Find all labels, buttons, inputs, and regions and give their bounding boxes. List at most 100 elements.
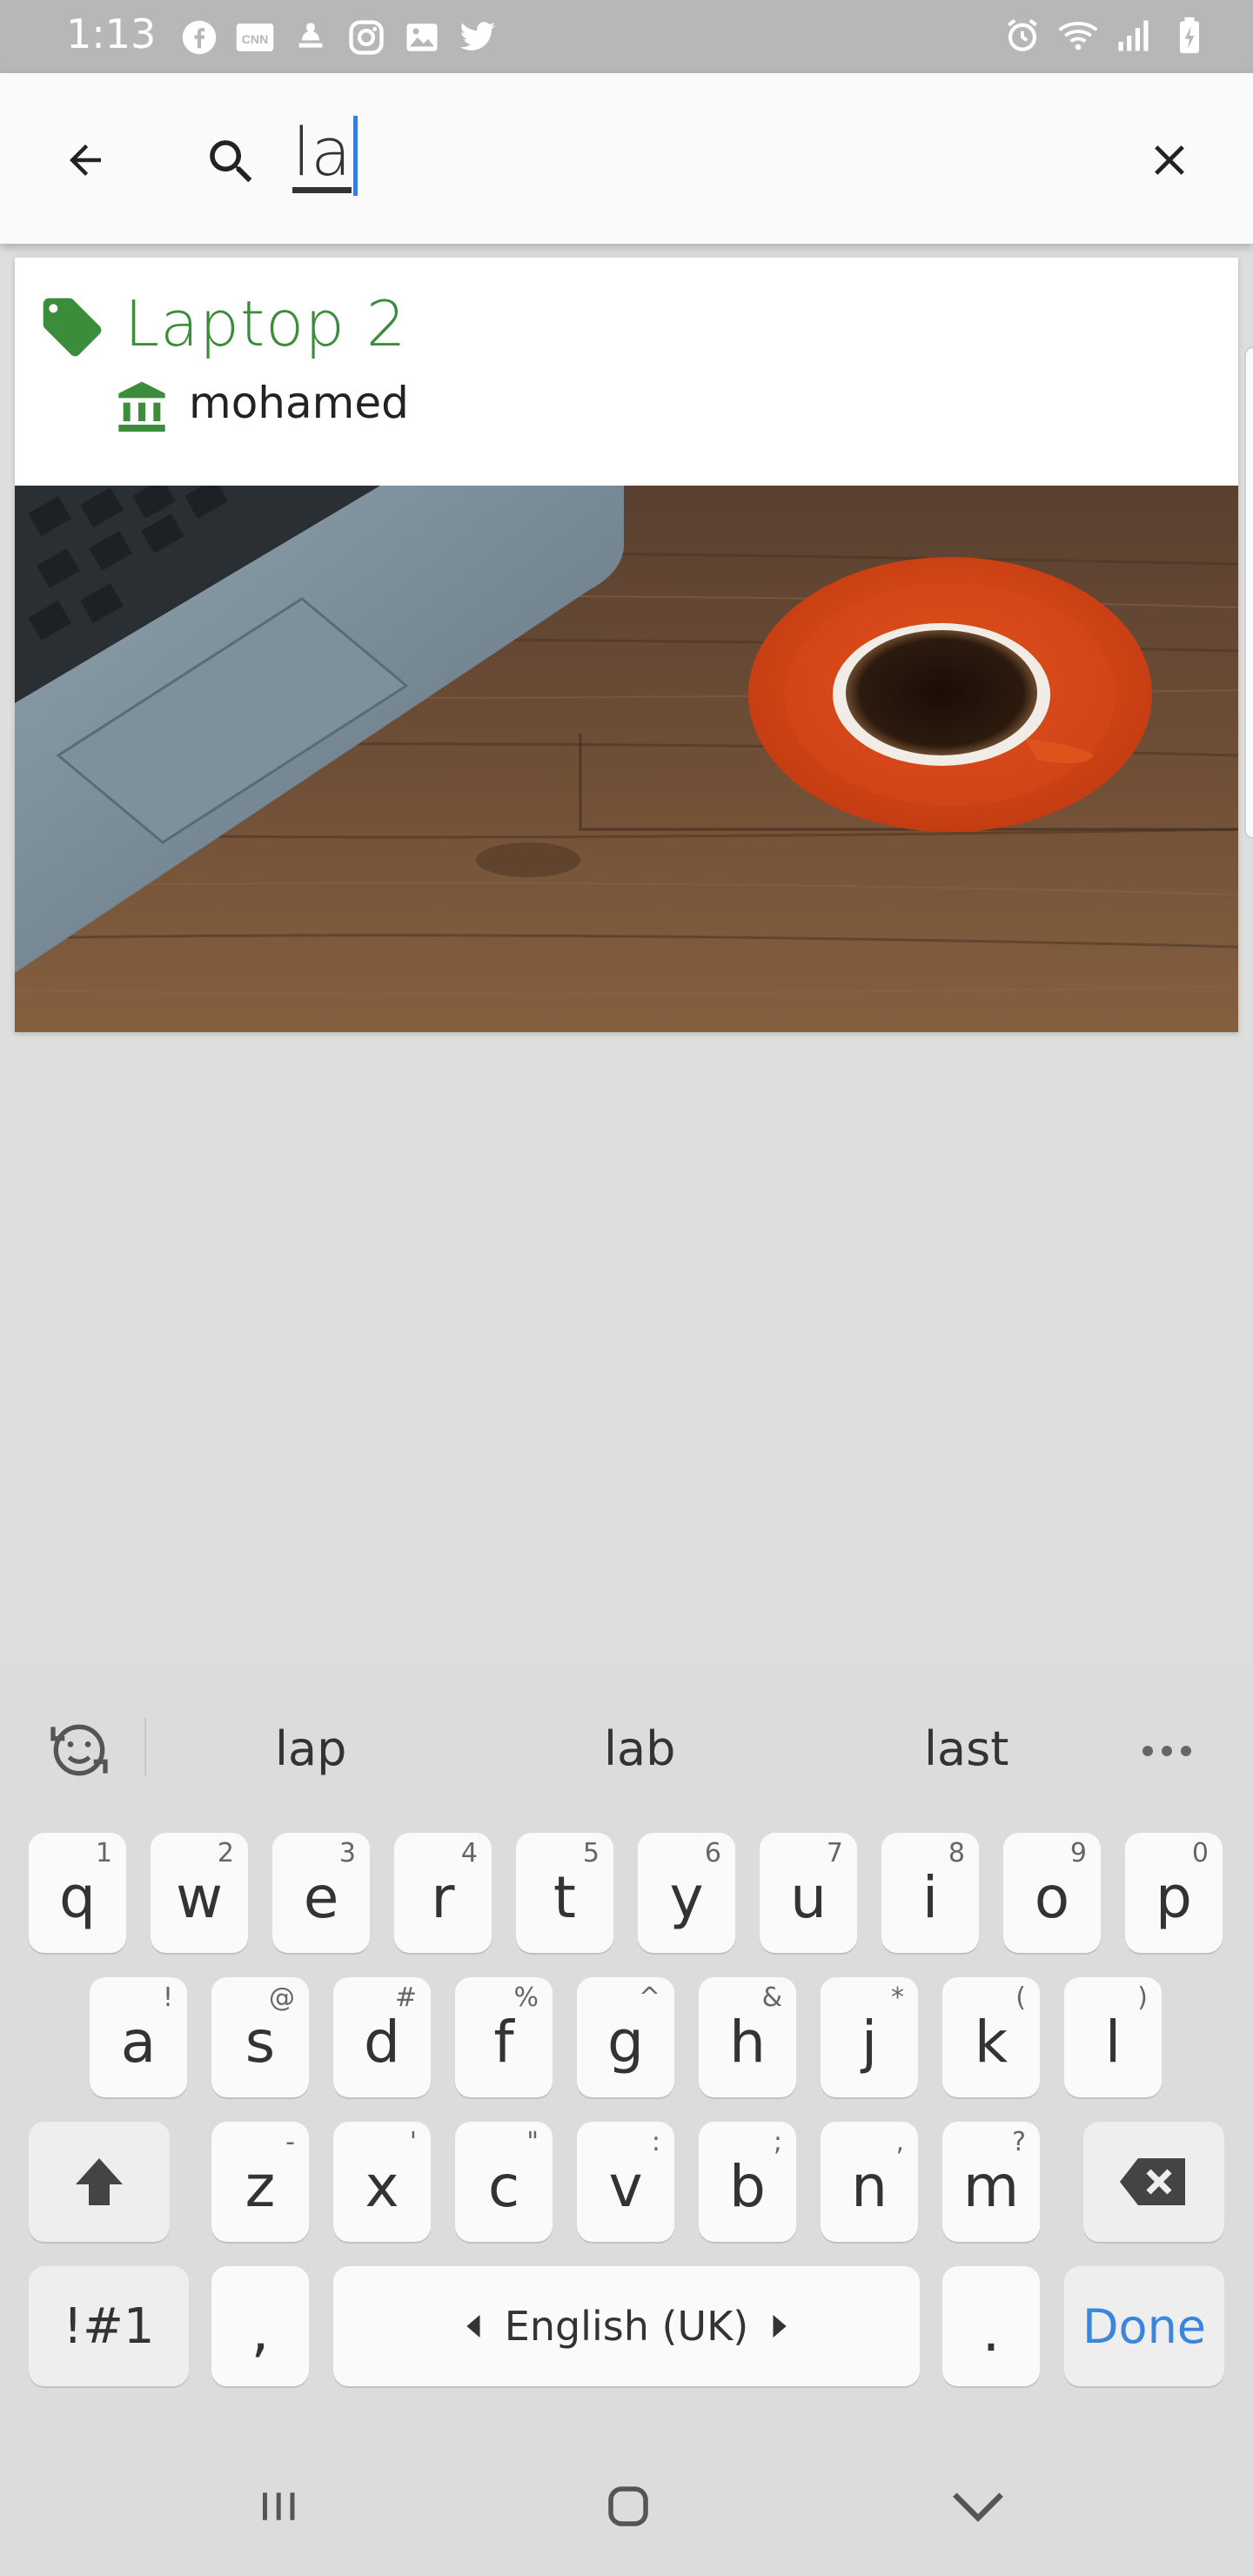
key-label: s (245, 2008, 276, 2076)
arrow-left-small-icon (466, 2315, 480, 2338)
status-time: 1:13 (66, 10, 157, 57)
period-key[interactable]: . (942, 2266, 1040, 2386)
key-label: o (1034, 1863, 1070, 1931)
emoji-refresh-icon (50, 1724, 108, 1776)
key-label: r (431, 1863, 455, 1931)
search-query-text: la (292, 118, 352, 193)
key-label: v (608, 2152, 643, 2220)
key-h[interactable]: h & (699, 1977, 796, 2097)
key-c[interactable]: c " (455, 2122, 553, 2242)
suggestion-bar: lap lab last (0, 1664, 1253, 1776)
arrow-back-icon (70, 144, 101, 176)
key-alt-label: ; (773, 2127, 782, 2157)
key-label: q (59, 1863, 96, 1931)
recent-apps-button[interactable] (235, 2472, 322, 2541)
key-alt-label: 1 (95, 1838, 112, 1868)
key-g[interactable]: g ^ (577, 1977, 674, 2097)
suggestion-3[interactable]: last (924, 1721, 1008, 1776)
alarm-icon (1002, 16, 1042, 56)
key-alt-label: 8 (948, 1838, 965, 1868)
key-alt-label: 2 (217, 1838, 234, 1868)
space-key[interactable]: English (UK) (333, 2266, 920, 2386)
key-alt-label: 9 (1069, 1838, 1087, 1868)
search-input[interactable]: la (292, 108, 1075, 204)
item-photo (15, 486, 1238, 1032)
search-icon (197, 127, 266, 197)
symbols-key-label: !#1 (63, 2298, 155, 2355)
key-v[interactable]: v: (577, 2122, 674, 2242)
key-label: w (176, 1863, 223, 1931)
key-a[interactable]: a! (90, 1977, 187, 2097)
key-alt-label: 0 (1191, 1838, 1209, 1868)
key-k[interactable]: k( (942, 1977, 1040, 2097)
key-alt-label: 5 (582, 1838, 600, 1868)
key-u[interactable]: u7 (760, 1833, 857, 1953)
key-alt-label: % (513, 1982, 539, 2013)
key-label: t (553, 1863, 576, 1931)
key-label: h (729, 2008, 766, 2076)
key-alt-label: ^ (638, 1982, 660, 2013)
key-m[interactable]: m? (942, 2122, 1040, 2242)
more-suggestions-button[interactable] (1136, 1734, 1197, 1768)
space-key-content: English (UK) (466, 2303, 787, 2350)
notification-icon (291, 17, 331, 57)
key-label: b (729, 2152, 766, 2220)
key-t[interactable]: t5 (516, 1833, 613, 1953)
key-f[interactable]: f% (455, 1977, 553, 2097)
chevron-down-icon (953, 2492, 1003, 2522)
tag-icon (43, 298, 102, 357)
facebook-icon (179, 17, 219, 57)
key-alt-label: ' (409, 2127, 417, 2157)
done-key[interactable]: Done (1064, 2266, 1224, 2386)
key-alt-label: ( (1015, 1982, 1026, 2013)
key-p[interactable]: p0 (1125, 1833, 1223, 1953)
key-d[interactable]: d # (333, 1977, 431, 2097)
key-alt-label: " (526, 2127, 539, 2157)
key-s[interactable]: s @ (211, 1977, 309, 2097)
search-app-bar: la (0, 73, 1253, 244)
clear-search-button[interactable] (1135, 125, 1204, 195)
shift-key[interactable] (29, 2122, 170, 2242)
emoji-button[interactable] (44, 1714, 115, 1786)
home-button[interactable] (585, 2472, 672, 2541)
key-label: p (1156, 1863, 1192, 1931)
key-alt-label: * (891, 1982, 904, 2013)
battery-charging-icon (1169, 16, 1209, 56)
key-j[interactable]: j * (821, 1977, 918, 2097)
suggestion-2[interactable]: lab (604, 1721, 675, 1776)
back-button[interactable] (50, 125, 120, 195)
svg-text:CNN: CNN (242, 32, 269, 46)
key-q[interactable]: q1 (29, 1833, 126, 1953)
language-label: English (UK) (504, 2303, 749, 2350)
recent-apps-icon (263, 2492, 295, 2520)
key-alt-label: 4 (460, 1838, 478, 1868)
close-icon (1155, 145, 1184, 175)
key-alt-label: 7 (826, 1838, 843, 1868)
result-card-header: Laptop 2 mohamed (15, 258, 1238, 486)
key-y[interactable]: y6 (638, 1833, 735, 1953)
key-r[interactable]: r4 (394, 1833, 492, 1953)
key-w[interactable]: w2 (151, 1833, 248, 1953)
key-label: z (245, 2152, 276, 2220)
arrow-right-small-icon (773, 2315, 787, 2338)
key-b[interactable]: b; (699, 2122, 796, 2242)
symbols-key[interactable]: !#1 (29, 2266, 189, 2386)
result-card[interactable]: Laptop 2 mohamed (15, 258, 1238, 1032)
comma-key[interactable]: , (211, 2266, 309, 2386)
key-o[interactable]: o9 (1003, 1833, 1101, 1953)
key-z[interactable]: z- (211, 2122, 309, 2242)
period-key-label: . (982, 2297, 1001, 2365)
back-nav-button[interactable] (935, 2472, 1022, 2541)
key-i[interactable]: i8 (881, 1833, 979, 1953)
suggestion-1[interactable]: lap (275, 1721, 346, 1776)
key-alt-label: - (285, 2127, 295, 2157)
side-panel-handle[interactable] (1244, 346, 1253, 839)
key-n[interactable]: n, (821, 2122, 918, 2242)
bank-icon (118, 381, 165, 432)
key-x[interactable]: x ' (333, 2122, 431, 2242)
key-label: x (365, 2152, 399, 2220)
key-e[interactable]: e3 (272, 1833, 370, 1953)
key-alt-label: : (651, 2127, 660, 2157)
backspace-key[interactable] (1083, 2122, 1224, 2242)
key-l[interactable]: l) (1064, 1977, 1162, 2097)
